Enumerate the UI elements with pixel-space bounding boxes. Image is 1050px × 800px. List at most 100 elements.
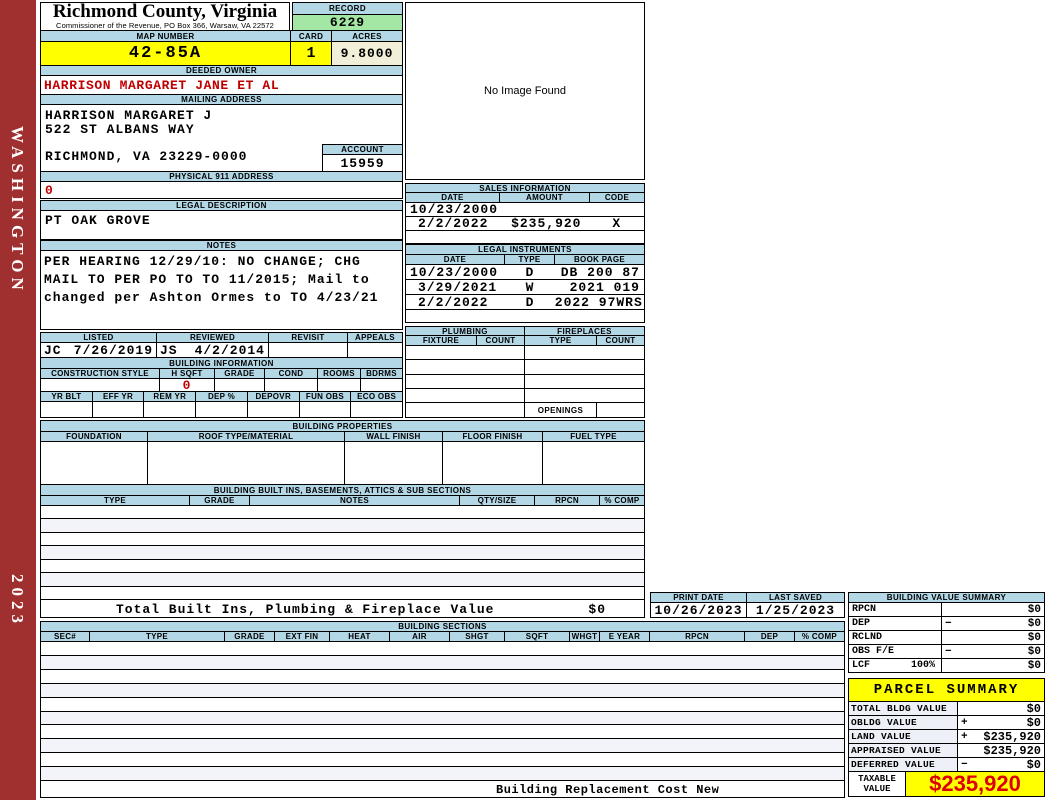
bvs-value-cell: $0	[942, 658, 1045, 673]
taxable-value-row: TAXABLE VALUE $235,920	[848, 771, 1045, 797]
parcel-row: LAND VALUE + $235,920	[848, 729, 1045, 744]
account-value: 15959	[322, 154, 403, 172]
parcel-label: TOTAL BLDG VALUE	[848, 701, 958, 716]
county-title: Richmond County, Virginia	[52, 2, 278, 22]
physical-address-value: 0	[45, 182, 54, 198]
bvs-label: LCF	[852, 660, 871, 671]
built-ins-total-value: $0	[588, 602, 606, 617]
empty-row	[41, 753, 844, 768]
fireplace-rows	[524, 345, 645, 403]
review-value-row: JC 7/26/2019 JS 4/2/2014	[40, 342, 403, 358]
reviewed-by: JS	[160, 342, 178, 358]
built-ins-total-label: Total Built Ins, Plumbing & Fireplace Va…	[116, 602, 495, 617]
deeded-owner-name: HARRISON MARGARET JANE ET AL	[44, 77, 280, 93]
bvs-label: RPCN	[848, 602, 942, 617]
sales-code: X	[612, 216, 622, 231]
legal-description-value: PT OAK GROVE	[45, 213, 151, 228]
sales-amount: $235,920	[511, 216, 582, 231]
print-date-value: 10/26/2023	[650, 602, 747, 618]
sales-row: 10/23/2000	[405, 202, 645, 217]
empty-row	[406, 374, 524, 389]
parcel-row: DEFERRED VALUE − $0	[848, 757, 1045, 772]
building-sections-footer-row: Building Replacement Cost New	[40, 780, 845, 798]
taxable-label-line2: VALUE	[863, 784, 891, 794]
reviewed-date: 4/2/2014	[194, 342, 265, 358]
parcel-op: +	[961, 716, 968, 729]
sales-row: 2/2/2022 $235,920 X	[405, 216, 645, 231]
empty-row	[406, 360, 524, 375]
legal-description-box: PT OAK GROVE	[40, 210, 403, 240]
yrblt-value	[40, 401, 93, 418]
parcel-value: $0	[1026, 701, 1041, 716]
rooms-value	[318, 378, 361, 392]
bvs-value: $0	[1027, 645, 1041, 658]
mailing-line-3: RICHMOND, VA 23229-0000	[45, 149, 248, 164]
bvs-value-cell: $0	[942, 602, 1045, 617]
taxable-label-cell: TAXABLE VALUE	[848, 771, 906, 797]
li-bookpage: 2022 97WRS	[554, 294, 643, 310]
parcel-value-cell: + $0	[958, 715, 1045, 730]
deeded-owner-box: HARRISON MARGARET JANE ET AL	[40, 75, 403, 95]
empty-row	[41, 683, 844, 698]
parcel-label: DEFERRED VALUE	[848, 757, 958, 772]
empty-row	[41, 560, 644, 574]
empty-row	[41, 670, 844, 684]
bvs-value: $0	[1027, 617, 1041, 630]
li-type: D	[525, 264, 535, 280]
building-properties-value-row	[40, 441, 645, 485]
empty-row	[525, 388, 644, 402]
legal-instrument-row-empty	[405, 309, 645, 323]
parcel-value-cell: + $235,920	[958, 729, 1045, 744]
map-number-value: 42-85A	[40, 41, 291, 66]
card-value: 1	[291, 41, 332, 66]
mailing-line-2: 522 ST ALBANS WAY	[45, 122, 195, 137]
empty-row	[41, 587, 644, 599]
parcel-row: TOTAL BLDG VALUE $0	[848, 701, 1045, 716]
empty-row	[41, 506, 644, 520]
effyr-value	[92, 401, 145, 418]
listed-cell: JC 7/26/2019	[40, 342, 157, 358]
parcel-summary-title-box: PARCEL SUMMARY	[848, 678, 1045, 702]
county-subtitle: Commissioner of the Revenue, PO Box 366,…	[56, 21, 274, 30]
bvs-row: LCF 100% $0	[848, 658, 1045, 673]
parcel-op: −	[961, 758, 968, 771]
bvs-value-cell: − $0	[942, 616, 1045, 631]
depovr-value	[247, 401, 300, 418]
empty-row	[525, 346, 644, 361]
no-image-text: No Image Found	[484, 85, 566, 97]
cond-value	[265, 378, 318, 392]
acres-value: 9.8000	[332, 41, 403, 66]
funobs-value	[299, 401, 352, 418]
building-replacement-label: Building Replacement Cost New	[496, 783, 720, 797]
sales-row-empty	[405, 230, 645, 244]
taxable-label-line1: TAXABLE	[858, 774, 896, 784]
floor-finish-value	[443, 441, 543, 485]
building-info-value-row-2	[40, 401, 404, 418]
empty-row	[406, 388, 524, 402]
empty-row	[41, 642, 844, 656]
grade-value	[215, 378, 265, 392]
built-ins-rows	[40, 505, 645, 600]
openings-row: OPENINGS	[524, 402, 645, 418]
sales-date: 2/2/2022	[418, 216, 489, 231]
print-info-value-row: 10/26/2023 1/25/2023	[650, 602, 845, 618]
revisit-cell	[269, 342, 348, 358]
bvs-value-cell: $0	[942, 630, 1045, 645]
parcel-value-cell: − $0	[958, 757, 1045, 772]
bvs-label: OBS F/E	[848, 644, 942, 659]
empty-row	[41, 698, 844, 712]
empty-row	[41, 739, 844, 754]
mailing-line-1: HARRISON MARGARET J	[45, 108, 213, 123]
legal-instrument-row: 10/23/2000 D DB 200 87	[405, 264, 645, 280]
parcel-value: $235,920	[983, 743, 1041, 758]
appeals-cell	[348, 342, 403, 358]
parcel-label: LAND VALUE	[848, 729, 958, 744]
ecoobs-value	[351, 401, 404, 418]
legal-instrument-row: 3/29/2021 W 2021 019	[405, 279, 645, 295]
li-type: W	[525, 279, 535, 295]
empty-row	[41, 519, 644, 533]
bvs-row: RPCN $0	[848, 602, 1045, 617]
district-name: WASHINGTON	[8, 126, 27, 295]
bdrms-value	[361, 378, 403, 392]
parcel-value: $235,920	[983, 729, 1041, 744]
